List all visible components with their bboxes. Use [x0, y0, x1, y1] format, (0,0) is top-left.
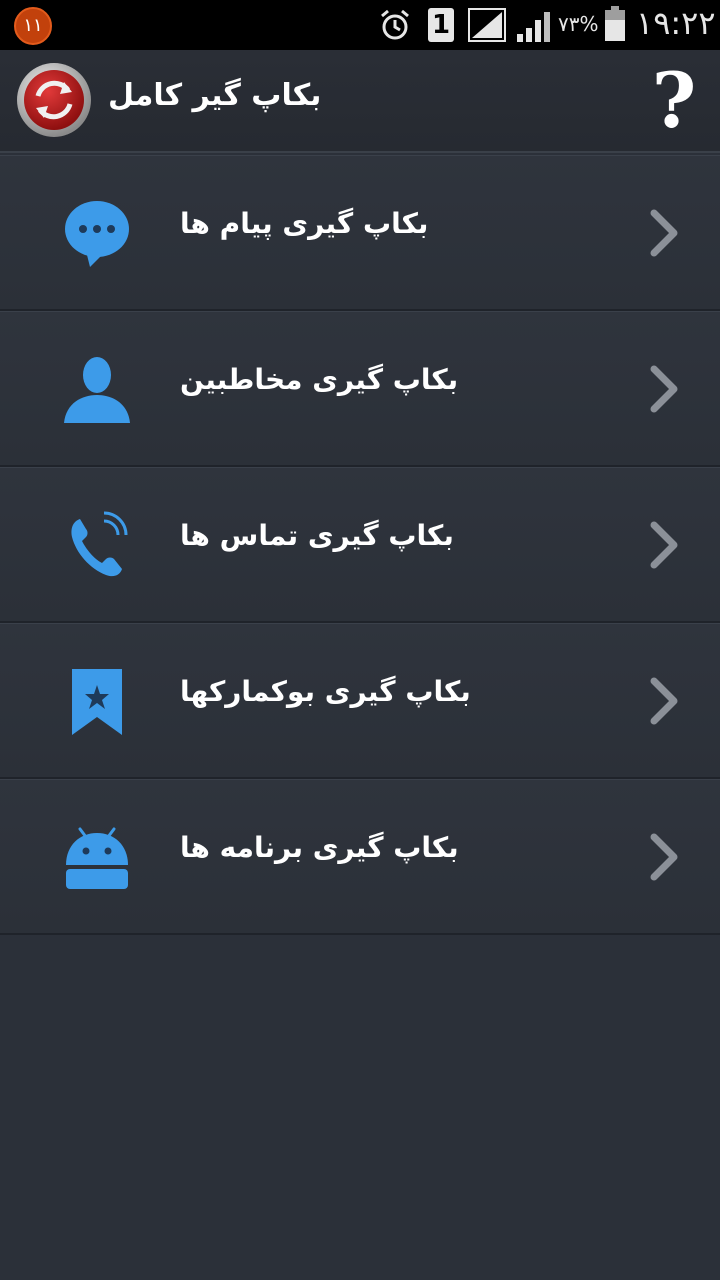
menu-item-messages[interactable]: بکاپ گیری پیام ها [0, 155, 720, 311]
app-logo-icon [17, 63, 91, 137]
menu-item-calls[interactable]: بکاپ گیری تماس ها [0, 467, 720, 623]
bookmark-icon [72, 669, 122, 735]
sim-label: 1 [431, 10, 451, 40]
battery-icon [605, 6, 625, 41]
chevron-right-icon [650, 209, 678, 257]
phone-icon [71, 511, 128, 577]
menu-item-contacts[interactable]: بکاپ گیری مخاطبین [0, 311, 720, 467]
alarm-icon [381, 9, 409, 40]
notification-badge: ۱۱ [14, 7, 52, 45]
battery-percent: ٧٣% [558, 12, 599, 36]
android-icon [66, 827, 128, 889]
chevron-right-icon [650, 365, 678, 413]
chevron-right-icon [650, 521, 678, 569]
sim-icon: 1 [428, 8, 454, 42]
menu-item-label: بکاپ گیری تماس ها [180, 519, 454, 552]
status-bar: ۱۱ 1 ٧٣% ١٩:٢٢ [0, 0, 720, 50]
app-title: بکاپ گیر کامل [108, 78, 322, 113]
backup-menu-list: بکاپ گیری پیام ها بکاپ گیری مخاطبین بکاپ… [0, 155, 720, 935]
help-button[interactable]: ? [644, 60, 704, 142]
menu-item-label: بکاپ گیری بوکمارکها [180, 675, 471, 708]
menu-item-bookmarks[interactable]: بکاپ گیری بوکمارکها [0, 623, 720, 779]
signal-icon [468, 8, 506, 42]
menu-item-label: بکاپ گیری پیام ها [180, 207, 429, 240]
message-icon [65, 201, 129, 267]
menu-item-label: بکاپ گیری برنامه ها [180, 831, 459, 864]
chevron-right-icon [650, 677, 678, 725]
action-bar: بکاپ گیر کامل ? [0, 50, 720, 153]
chevron-right-icon [650, 833, 678, 881]
menu-item-label: بکاپ گیری مخاطبین [180, 363, 459, 396]
contact-icon [64, 357, 130, 423]
clock: ١٩:٢٢ [636, 4, 716, 42]
menu-item-apps[interactable]: بکاپ گیری برنامه ها [0, 779, 720, 935]
signal-icon [517, 12, 550, 42]
